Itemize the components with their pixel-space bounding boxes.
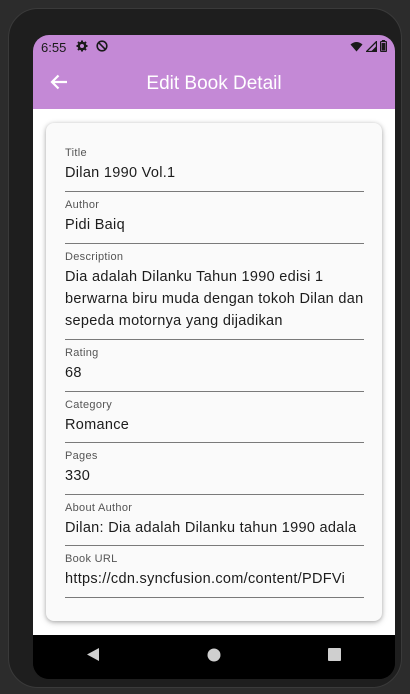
description-value: Dia adalah Dilanku Tahun 1990 edisi 1 be… <box>65 269 364 329</box>
rating-value: 68 <box>65 365 82 381</box>
gear-icon <box>76 40 88 55</box>
page-title: Edit Book Detail <box>146 73 282 94</box>
phone-screen: 6:55 Edit Book Detail Title Dilan 1990 V… <box>33 35 395 679</box>
description-label: Description <box>65 251 124 263</box>
signal-icon <box>364 39 378 55</box>
author-label: Author <box>65 199 100 211</box>
author-field[interactable]: Author Pidi Baiq <box>65 192 364 244</box>
title-value: Dilan 1990 Vol.1 <box>65 165 176 181</box>
book-url-field[interactable]: Book URL https://cdn.syncfusion.com/cont… <box>65 546 364 598</box>
arrow-left-icon <box>50 74 68 95</box>
system-nav-bar <box>33 635 395 679</box>
nav-back-button[interactable] <box>73 637 113 677</box>
rating-field[interactable]: Rating 68 <box>65 340 364 392</box>
about-author-label: About Author <box>65 502 133 514</box>
status-time: 6:55 <box>41 39 67 55</box>
pages-value: 330 <box>65 468 91 484</box>
title-field[interactable]: Title Dilan 1990 Vol.1 <box>65 137 364 192</box>
home-circle-icon <box>207 648 221 667</box>
back-button[interactable] <box>33 59 85 109</box>
category-label: Category <box>65 399 113 411</box>
author-value: Pidi Baiq <box>65 217 125 233</box>
book-url-value: https://cdn.syncfusion.com/content/PDFVi <box>65 571 346 587</box>
rating-label: Rating <box>65 347 99 359</box>
description-field[interactable]: Description Dia adalah Dilanku Tahun 199… <box>65 244 364 340</box>
form-area: Title Dilan 1990 Vol.1 Author Pidi Baiq … <box>33 109 395 635</box>
no-disturb-icon <box>96 39 108 55</box>
pages-field[interactable]: Pages 330 <box>65 443 364 495</box>
pages-label: Pages <box>65 450 98 462</box>
back-triangle-icon <box>86 647 100 667</box>
battery-icon <box>379 39 388 55</box>
category-value: Romance <box>65 417 130 433</box>
about-author-value: Dilan: Dia adalah Dilanku tahun 1990 ada… <box>65 520 357 536</box>
nav-recents-button[interactable] <box>315 637 355 677</box>
wifi-icon <box>350 40 363 55</box>
about-author-field[interactable]: About Author Dilan: Dia adalah Dilanku t… <box>65 495 364 546</box>
book-detail-card: Title Dilan 1990 Vol.1 Author Pidi Baiq … <box>46 123 382 621</box>
phone-frame: 6:55 Edit Book Detail Title Dilan 1990 V… <box>8 8 402 688</box>
app-bar: Edit Book Detail <box>33 59 395 109</box>
category-field[interactable]: Category Romance <box>65 392 364 443</box>
book-url-label: Book URL <box>65 553 118 565</box>
status-bar: 6:55 <box>33 35 395 59</box>
recents-square-icon <box>328 648 342 666</box>
title-label: Title <box>65 147 87 159</box>
nav-home-button[interactable] <box>194 637 234 677</box>
